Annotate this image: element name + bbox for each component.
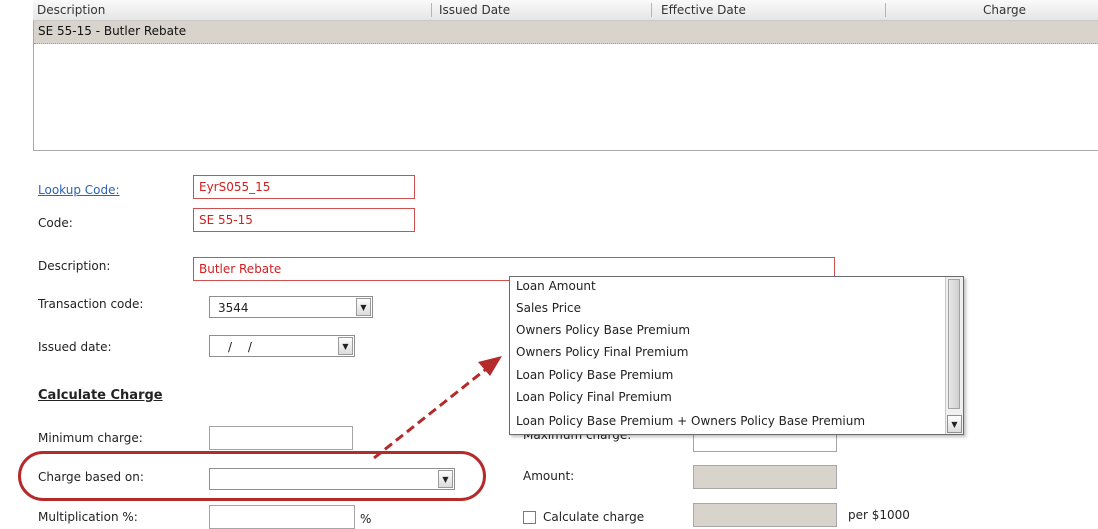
calculate-charge-checkbox-label: Calculate charge xyxy=(543,510,645,524)
lookup-code-link[interactable]: Lookup Code: xyxy=(38,183,120,197)
dropdown-option[interactable]: Loan Policy Final Premium xyxy=(516,390,672,404)
charge-basis-dropdown-list[interactable]: Loan Amount Sales Price Owners Policy Ba… xyxy=(509,276,964,435)
chevron-down-icon[interactable]: ▼ xyxy=(338,337,353,355)
transaction-code-select[interactable]: 3544 ▼ xyxy=(209,296,373,318)
column-header-effective-date[interactable]: Effective Date xyxy=(661,3,746,17)
issued-date-value: / / xyxy=(228,340,258,354)
transaction-code-label: Transaction code: xyxy=(38,297,144,311)
description-label: Description: xyxy=(38,259,111,273)
table-header: Description Issued Date Effective Date C… xyxy=(33,0,1098,21)
dropdown-option[interactable]: Owners Policy Base Premium xyxy=(516,323,690,337)
percent-symbol: % xyxy=(360,512,372,526)
minimum-charge-field[interactable] xyxy=(209,426,353,450)
lookup-code-field[interactable]: EyrS055_15 xyxy=(193,175,415,199)
dropdown-scrollbar[interactable]: ▼ xyxy=(945,277,963,434)
calculate-charge-checkbox[interactable] xyxy=(523,511,536,524)
transaction-code-value: 3544 xyxy=(218,301,249,315)
per-thousand-label: per $1000 xyxy=(848,508,910,522)
dropdown-option[interactable]: Sales Price xyxy=(516,301,581,315)
scrollbar-thumb[interactable] xyxy=(948,279,960,409)
dropdown-option[interactable]: Owners Policy Final Premium xyxy=(516,345,688,359)
row-description: SE 55-15 - Butler Rebate xyxy=(38,24,187,38)
chevron-down-icon[interactable]: ▼ xyxy=(947,415,962,433)
code-label: Code: xyxy=(38,216,73,230)
column-header-issued-date[interactable]: Issued Date xyxy=(439,3,510,17)
per-thousand-field[interactable] xyxy=(693,503,837,527)
dropdown-option[interactable]: Loan Amount xyxy=(516,279,596,293)
column-separator[interactable] xyxy=(885,3,886,17)
dashed-arrow-icon xyxy=(373,356,502,460)
column-header-description[interactable]: Description xyxy=(37,3,105,17)
amount-field[interactable] xyxy=(693,465,837,489)
dropdown-option[interactable]: Loan Policy Base Premium + Owners Policy… xyxy=(516,414,865,428)
multiplication-field[interactable] xyxy=(209,505,355,529)
minimum-charge-label: Minimum charge: xyxy=(38,431,143,445)
table-row[interactable]: SE 55-15 - Butler Rebate xyxy=(34,21,1098,44)
dropdown-option[interactable]: Loan Policy Base Premium xyxy=(516,368,673,382)
column-separator[interactable] xyxy=(431,3,432,17)
issued-date-label: Issued date: xyxy=(38,340,112,354)
column-header-charge[interactable]: Charge xyxy=(983,3,1026,17)
code-field[interactable]: SE 55-15 xyxy=(193,208,415,232)
column-separator[interactable] xyxy=(651,3,652,17)
issued-date-picker[interactable]: / / ▼ xyxy=(209,335,355,357)
calculate-charge-title: Calculate Charge xyxy=(38,388,163,403)
amount-label: Amount: xyxy=(523,469,575,483)
chevron-down-icon[interactable]: ▼ xyxy=(356,298,371,316)
multiplication-label: Multiplication %: xyxy=(38,510,138,524)
